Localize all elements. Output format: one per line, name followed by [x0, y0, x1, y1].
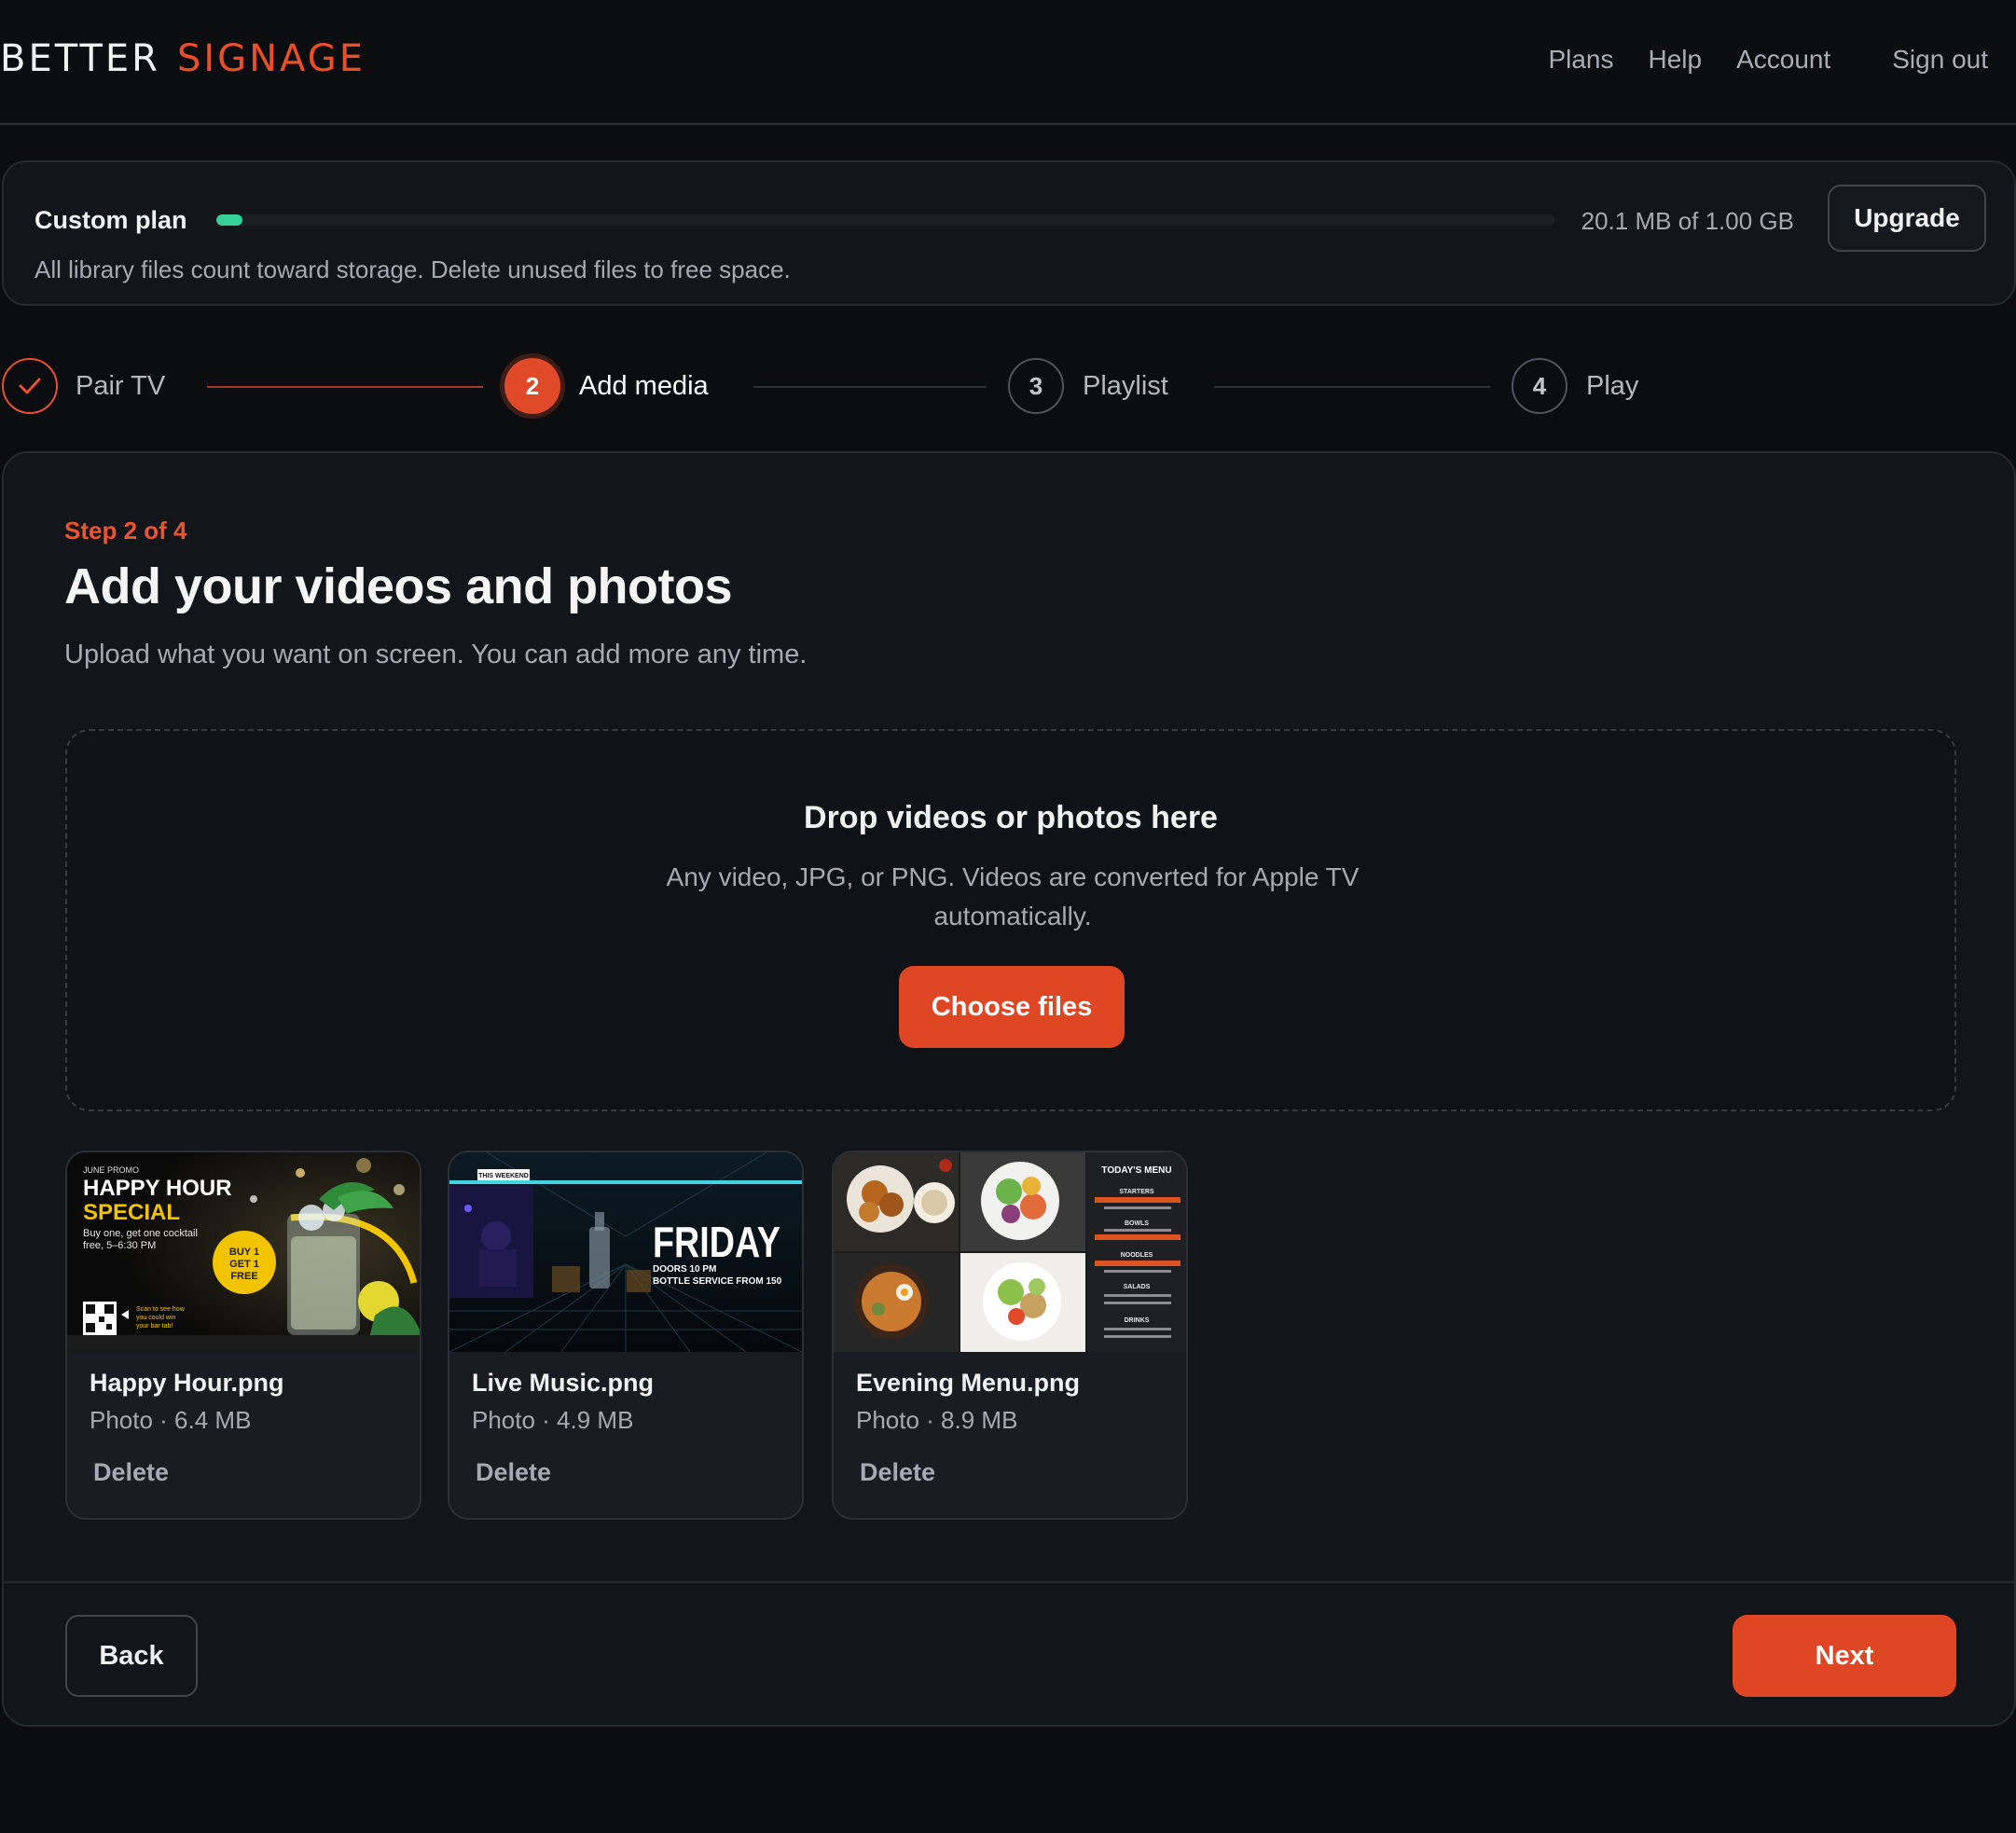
- media-meta: Photo · 4.9 MB: [472, 1406, 634, 1434]
- live-music-promo-image: THIS WEEKEND FRIDAY DOORS 10 PM BOTTLE S…: [449, 1152, 802, 1352]
- music-headline: FRIDAY: [653, 1218, 780, 1265]
- media-name: Evening Menu.png: [856, 1369, 1080, 1397]
- menu-section-noodles: NOODLES: [1121, 1252, 1153, 1259]
- next-button[interactable]: Next: [1733, 1615, 1956, 1697]
- delete-media-button[interactable]: Delete: [860, 1458, 935, 1487]
- add-media-panel: Step 2 of 4 Add your videos and photos U…: [2, 451, 2016, 1727]
- delete-media-button[interactable]: Delete: [476, 1458, 551, 1487]
- media-card-happy-hour[interactable]: BUY 1 GET 1 FREE JUNE PROMO HAPPY HOUR S…: [65, 1151, 421, 1520]
- nav-account[interactable]: Account: [1736, 45, 1830, 75]
- storage-progress-bar: [216, 214, 1555, 226]
- step-3-label[interactable]: Playlist: [1083, 371, 1168, 402]
- brand-word-better: BETTER: [0, 37, 160, 80]
- media-name: Happy Hour.png: [90, 1369, 284, 1397]
- storage-progress-fill: [216, 214, 243, 226]
- step-connector-3: [1214, 386, 1490, 388]
- media-card-live-music[interactable]: THIS WEEKEND FRIDAY DOORS 10 PM BOTTLE S…: [448, 1151, 804, 1520]
- step-4-label[interactable]: Play: [1586, 371, 1638, 402]
- promo-copy-2: free, 5–6:30 PM: [83, 1240, 156, 1251]
- nav-plans[interactable]: Plans: [1548, 45, 1613, 75]
- happy-hour-promo-image: BUY 1 GET 1 FREE JUNE PROMO HAPPY HOUR S…: [67, 1152, 420, 1352]
- promo-line-2: SPECIAL: [83, 1200, 180, 1225]
- step-connector-1: [207, 386, 483, 388]
- step-2-label[interactable]: Add media: [579, 371, 709, 402]
- music-line-2: BOTTLE SERVICE FROM 150: [653, 1276, 782, 1287]
- step-eyebrow: Step 2 of 4: [64, 517, 187, 544]
- menu-heading: TODAY'S MENU: [1101, 1165, 1171, 1176]
- step-connector-2: [753, 386, 987, 388]
- menu-section-drinks: DRINKS: [1125, 1317, 1150, 1324]
- brand-word-signage: SIGNAGE: [176, 37, 366, 80]
- badge-text-3: FREE: [230, 1271, 257, 1282]
- page-title: Add your videos and photos: [64, 558, 733, 614]
- choose-files-button[interactable]: Choose files: [899, 966, 1125, 1048]
- step-1-label[interactable]: Pair TV: [76, 371, 165, 402]
- brand-logo[interactable]: BETTER SIGNAGE: [0, 37, 366, 80]
- page-subtitle: Upload what you want on screen. You can …: [64, 640, 808, 669]
- top-nav: Plans Help Account Sign out: [1513, 45, 1988, 75]
- delete-media-button[interactable]: Delete: [93, 1458, 169, 1487]
- media-name: Live Music.png: [472, 1369, 655, 1397]
- evening-menu-image: TODAY'S MENU STARTERS BOWLS NOODLES SALA…: [834, 1152, 1186, 1352]
- storage-plan-card: Custom plan 20.1 MB of 1.00 GB Upgrade A…: [2, 160, 2016, 306]
- badge-text-2: GET 1: [229, 1259, 259, 1270]
- media-card-evening-menu[interactable]: TODAY'S MENU STARTERS BOWLS NOODLES SALA…: [832, 1151, 1188, 1520]
- dropzone-title: Drop videos or photos here: [804, 800, 1218, 835]
- top-bar: BETTER SIGNAGE Plans Help Account Sign ou…: [0, 0, 2016, 125]
- media-thumbnail-live-music[interactable]: THIS WEEKEND FRIDAY DOORS 10 PM BOTTLE S…: [449, 1152, 802, 1352]
- nav-help[interactable]: Help: [1648, 45, 1702, 75]
- file-dropzone[interactable]: Drop videos or photos here Any video, JP…: [65, 729, 1956, 1111]
- storage-note: All library files count toward storage. …: [35, 255, 791, 283]
- promo-kicker: JUNE PROMO: [83, 1165, 139, 1175]
- media-thumbnail-evening-menu[interactable]: TODAY'S MENU STARTERS BOWLS NOODLES SALA…: [834, 1152, 1186, 1352]
- scan-text-2: you could win: [136, 1315, 176, 1321]
- panel-footer-divider: [4, 1581, 2014, 1583]
- promo-line-1: HAPPY HOUR: [83, 1176, 232, 1201]
- menu-section-starters: STARTERS: [1119, 1189, 1154, 1195]
- menu-section-bowls: BOWLS: [1125, 1220, 1149, 1227]
- promo-copy-1: Buy one, get one cocktail: [83, 1228, 198, 1239]
- media-thumbnail-happy-hour[interactable]: BUY 1 GET 1 FREE JUNE PROMO HAPPY HOUR S…: [67, 1152, 420, 1352]
- media-meta: Photo · 6.4 MB: [90, 1406, 252, 1434]
- dropzone-help-text: Any video, JPG, or PNG. Videos are conve…: [666, 862, 1360, 930]
- menu-section-salads: SALADS: [1124, 1284, 1151, 1290]
- badge-text-1: BUY 1: [229, 1247, 259, 1258]
- scan-text-1: Scan to see how: [136, 1306, 186, 1313]
- step-2-number[interactable]: 2: [504, 358, 560, 414]
- upgrade-button[interactable]: Upgrade: [1828, 185, 1986, 252]
- step-1-check-icon[interactable]: [2, 358, 58, 414]
- nav-sign-out[interactable]: Sign out: [1892, 45, 1988, 75]
- back-button[interactable]: Back: [65, 1615, 198, 1697]
- step-3-number[interactable]: 3: [1008, 358, 1064, 414]
- progress-stepper: Pair TV 2 Add media 3 Playlist 4 Play: [0, 358, 2016, 414]
- music-line-1: DOORS 10 PM: [653, 1264, 716, 1275]
- step-4-number[interactable]: 4: [1512, 358, 1567, 414]
- media-meta: Photo · 8.9 MB: [856, 1406, 1018, 1434]
- music-kicker: THIS WEEKEND: [478, 1173, 529, 1179]
- storage-usage-text: 20.1 MB of 1.00 GB: [1581, 207, 1794, 235]
- plan-name: Custom plan: [35, 206, 187, 234]
- checkmark-icon: [19, 378, 41, 394]
- scan-text-3: your bar tab!: [136, 1323, 173, 1330]
